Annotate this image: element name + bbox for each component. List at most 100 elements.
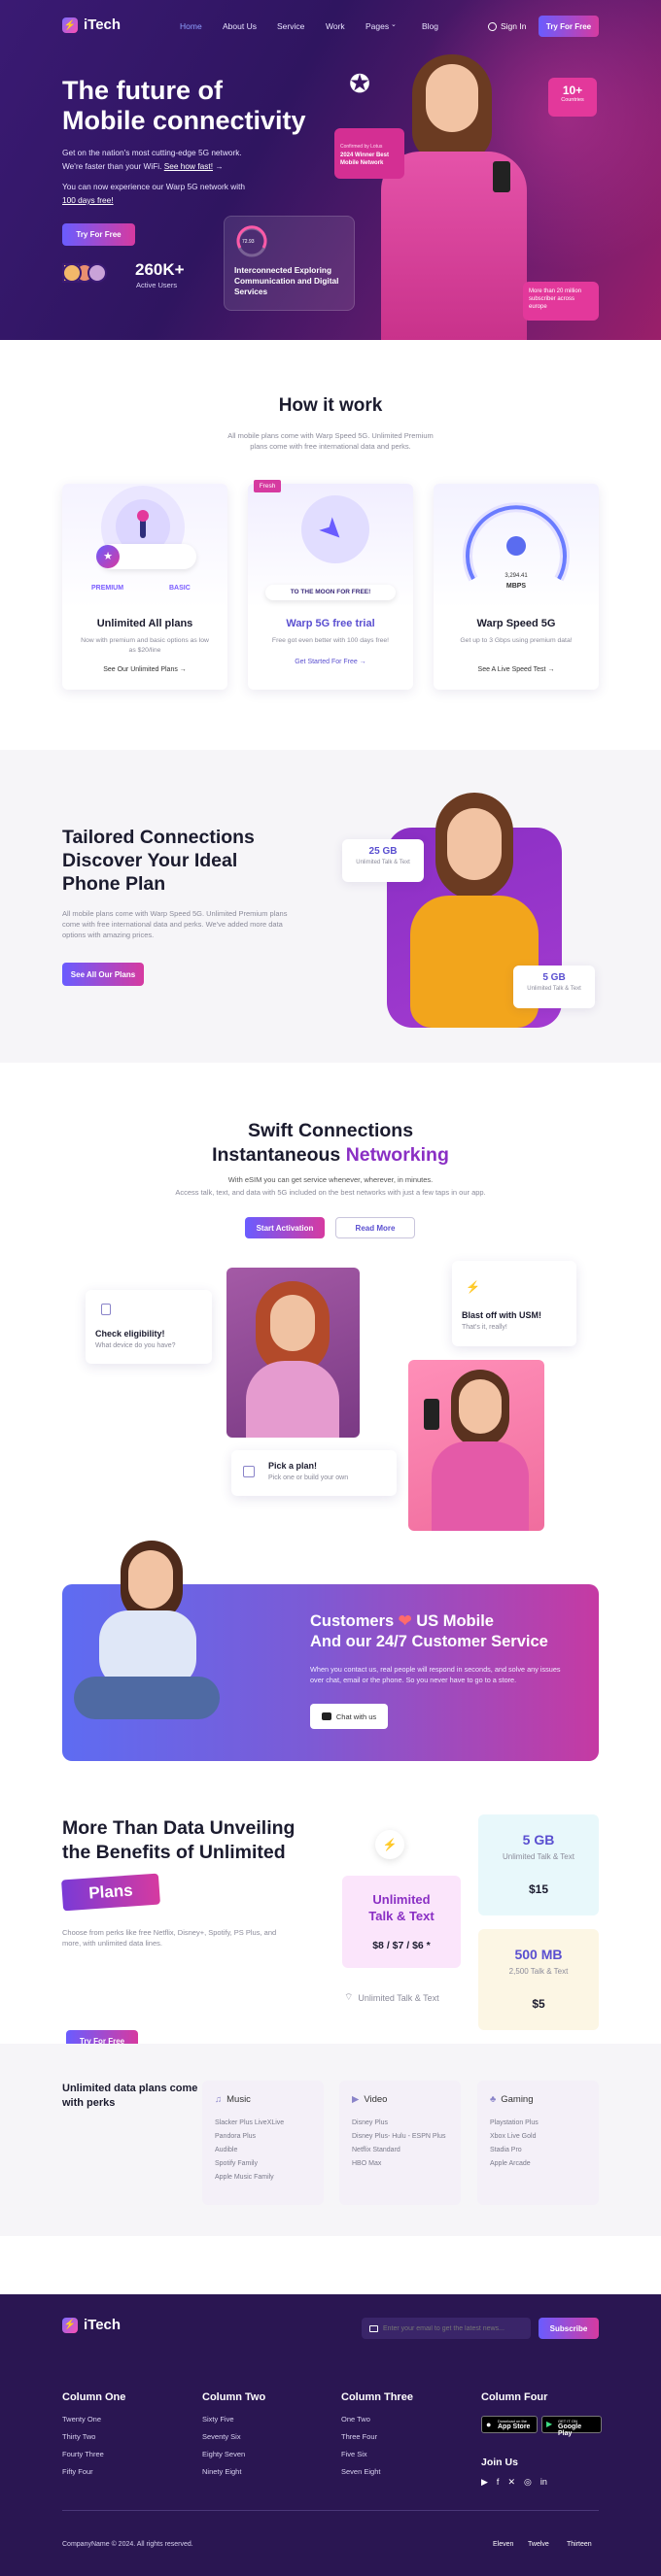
facebook-icon[interactable]: f <box>497 2477 500 2488</box>
plan-card-desc: Free got even better with 100 days free! <box>271 637 390 644</box>
app-store-label: App Store <box>498 2423 531 2430</box>
plan-card-unlimited: ★ PREMIUM BASIC Unlimited All plans Now … <box>62 484 227 690</box>
swift-title-2a: Instantaneous <box>212 1144 341 1166</box>
perks-title: Unlimited data plans come with perks <box>62 2083 198 2109</box>
footer-link[interactable]: Thirty Two <box>62 2432 125 2441</box>
hero-desc-2a: You can now experience our Warp 5G netwo… <box>62 182 246 191</box>
see-how-fast-link[interactable]: See how fast! <box>164 161 213 171</box>
step-title: Check eligibility! <box>95 1329 165 1339</box>
swift-sub: With eSIM you can get service whenever, … <box>227 1175 434 1184</box>
plan-tile-title: 500 MB <box>514 1947 563 1962</box>
data-badge-5gb: 5 GB Unlimited Talk & Text <box>513 966 595 1008</box>
newsletter-input[interactable] <box>383 2324 529 2332</box>
nav-work[interactable]: Work <box>326 21 345 31</box>
hero-desc-1: Get on the nation's most cutting-edge 5G… <box>62 146 286 173</box>
footer-link[interactable]: Eighty Seven <box>202 2450 265 2458</box>
youtube-icon[interactable]: ▶ <box>481 2477 488 2488</box>
subscribers-badge: More than 20 million subscriber across e… <box>523 282 599 321</box>
footer-bottom-link[interactable]: Thirteen <box>567 2541 592 2548</box>
hero-try-free-button[interactable]: Try For Free <box>62 223 135 246</box>
play-icon: ▶ <box>546 2420 553 2428</box>
copyright: CompanyName © 2024. All rights reserved. <box>62 2541 193 2548</box>
instagram-icon[interactable]: ◎ <box>524 2477 532 2488</box>
footer-link[interactable]: Sixty Five <box>202 2415 265 2423</box>
link-label: See Our Unlimited Plans <box>103 666 178 673</box>
mail-icon <box>369 2324 378 2332</box>
twitter-icon[interactable]: ✕ <box>507 2477 515 2488</box>
google-play-button[interactable]: ▶ GET IT ON Google Play <box>541 2416 602 2437</box>
support-title-2: And our 24/7 Customer Service <box>310 1633 548 1650</box>
plan-card-title: Unlimited All plans <box>96 618 193 629</box>
footer-bottom-link[interactable]: Eleven <box>493 2541 513 2548</box>
star-icon: ★ <box>96 545 120 568</box>
step-title: Pick a plan! <box>268 1461 318 1471</box>
nav-home[interactable]: Home <box>180 21 202 31</box>
brand-name[interactable]: iTech <box>84 17 121 33</box>
footer-link[interactable]: Seventy Six <box>202 2432 265 2441</box>
signin-link[interactable]: Sign In <box>488 21 526 31</box>
footer-link[interactable]: Twenty One <box>62 2415 125 2423</box>
footer-link[interactable]: Fourty Three <box>62 2450 125 2458</box>
swift-image-woman-1 <box>226 1268 360 1438</box>
users-label: Active Users <box>136 281 178 289</box>
countries-badge: 10+ Countries <box>548 78 597 117</box>
footer-link[interactable]: Three Four <box>341 2432 413 2441</box>
benefits-title: More Than Data Unveiling the Benefits of… <box>62 1816 295 1865</box>
basic-tag: BASIC <box>169 585 191 592</box>
linkedin-icon[interactable]: in <box>540 2477 547 2488</box>
app-store-button[interactable]: ● Download on the App Store <box>481 2416 538 2433</box>
perk-title: Music <box>226 2094 251 2105</box>
tailored-title: Tailored Connections Discover Your Ideal… <box>62 826 255 896</box>
footer-link[interactable]: Five Six <box>341 2450 413 2458</box>
badge-label: Unlimited Talk & Text <box>527 986 581 992</box>
chat-with-us-button[interactable]: Chat with us <box>310 1704 388 1729</box>
wifi-icon: ⌔ <box>344 1992 354 2003</box>
step-title: Blast off with USM! <box>462 1310 541 1320</box>
brand-logo-icon[interactable]: ⚡ <box>62 17 78 33</box>
unlimited-note: ⌔ Unlimited Talk & Text <box>344 1991 439 2004</box>
footer-brand-name[interactable]: iTech <box>84 2317 121 2333</box>
moon-banner: TO THE MOON FOR FREE! <box>265 585 396 600</box>
footer-link[interactable]: Seven Eight <box>341 2467 413 2476</box>
nav-try-free-button[interactable]: Try For Free <box>539 16 599 37</box>
see-unlimited-plans-link[interactable]: See Our Unlimited Plans → <box>62 666 227 673</box>
perk-item: Apple Music Family <box>215 2174 274 2181</box>
newsletter-field[interactable] <box>362 2318 531 2339</box>
hero-section: ⚡ iTech Home About Us Service Work Pages… <box>0 0 661 340</box>
support-title-1: Customers <box>310 1612 395 1630</box>
gamepad-icon: ♣ <box>490 2094 497 2105</box>
support-woman-image <box>72 1541 220 1761</box>
perk-header: ♫ Music <box>215 2094 251 2105</box>
footer-bottom-link[interactable]: Twelve <box>528 2541 549 2548</box>
support-banner: Customers ❤ US Mobile And our 24/7 Custo… <box>62 1541 599 1761</box>
nav-about[interactable]: About Us <box>223 21 257 31</box>
get-started-free-link[interactable]: Get Started For Free → <box>248 659 413 665</box>
brand-logo-icon[interactable]: ⚡ <box>62 2318 78 2333</box>
benefits-desc: Choose from perks like free Netflix, Dis… <box>62 1928 277 1948</box>
footer-link[interactable]: Fifty Four <box>62 2467 125 2476</box>
arrow-right-icon: → <box>359 659 366 665</box>
award-title: 2024 Winner Best Mobile Network <box>340 153 389 166</box>
benefits-title-2: the Benefits of Unlimited <box>62 1842 286 1863</box>
plan-card-image: 3,294.41 MBPS <box>434 484 599 608</box>
nav-service[interactable]: Service <box>277 21 304 31</box>
nav-blog[interactable]: Blog <box>422 21 438 31</box>
chat-icon <box>321 1712 331 1720</box>
days-free-link[interactable]: 100 days free! <box>62 195 114 205</box>
perk-item: Playstation Plus <box>490 2119 539 2126</box>
start-activation-button[interactable]: Start Activation <box>245 1217 325 1238</box>
read-more-button[interactable]: Read More <box>335 1217 415 1238</box>
nav-pages[interactable]: Pages <box>365 21 389 31</box>
footer-link[interactable]: One Two <box>341 2415 413 2423</box>
footer-column-title: Column Two <box>202 2391 266 2403</box>
hero-desc-1b: We're faster than your WiFi. <box>62 161 162 171</box>
badge-value: 5 GB <box>542 972 566 983</box>
footer-link[interactable]: Ninety Eight <box>202 2467 265 2476</box>
subscribe-button[interactable]: Subscribe <box>539 2318 599 2339</box>
perk-video-card: ▶ Video Disney Plus Disney Plus- Hulu - E… <box>339 2081 461 2205</box>
avatar <box>87 263 107 283</box>
see-all-plans-button[interactable]: See All Our Plans <box>62 963 144 986</box>
live-speed-test-link[interactable]: See A Live Speed Test → <box>434 666 599 673</box>
support-title-1b: US Mobile <box>416 1612 494 1630</box>
fresh-badge: Fresh <box>254 480 281 492</box>
